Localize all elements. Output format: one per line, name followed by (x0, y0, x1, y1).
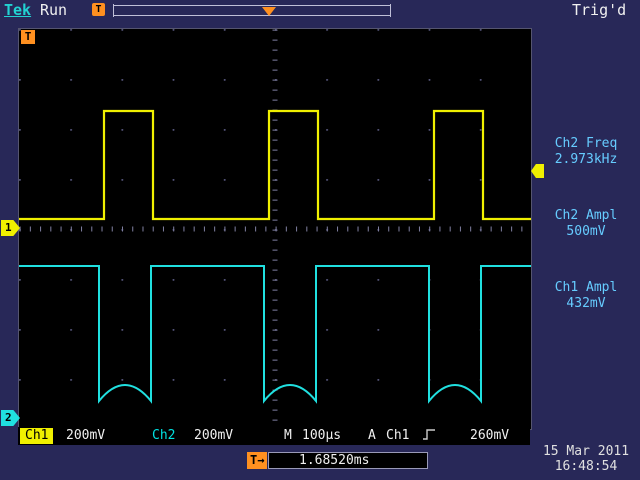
trigger-position-icon: T (92, 3, 105, 16)
measurement-ch1-ampl: Ch1 Ampl 432mV (534, 280, 638, 312)
graticule (18, 28, 532, 430)
trigger-corner-marker: T (21, 30, 35, 44)
measurement-label: Ch1 Ampl (534, 280, 638, 296)
trigger-mode-label: A (368, 428, 376, 444)
acquisition-status: Run (40, 1, 67, 19)
ch2-scale: 200mV (194, 428, 233, 444)
delay-time-icon: T→ (247, 452, 267, 469)
measurement-value: 432mV (534, 296, 638, 312)
ch2-badge: Ch2 (152, 428, 175, 444)
measurement-label: Ch2 Freq (534, 136, 638, 152)
ch1-scale: 200mV (66, 428, 105, 444)
timebase-value: 100µs (302, 428, 341, 444)
trigger-position-marker-icon (262, 7, 276, 16)
oscilloscope-screen: Tek Run T Trig'd T 1 2 Ch2 Freq 2.973kHz… (0, 0, 640, 480)
grid-dots (19, 29, 531, 429)
channel-readout-bar: Ch1 200mV Ch2 200mV M 100µs A Ch1 260mV (18, 427, 530, 445)
date-time: 15 Mar 2011 16:48:54 (534, 444, 638, 474)
waveform-display (19, 29, 531, 429)
trigger-level-value: 260mV (470, 428, 509, 444)
measurement-ch2-freq: Ch2 Freq 2.973kHz (534, 136, 638, 168)
trigger-status: Trig'd (572, 1, 626, 19)
rising-edge-icon (422, 428, 436, 446)
measurement-value: 2.973kHz (534, 152, 638, 168)
date: 15 Mar 2011 (534, 444, 638, 459)
measurement-label: Ch2 Ampl (534, 208, 638, 224)
delay-time-readout: 1.68520ms (268, 452, 428, 469)
record-view-bar (113, 5, 391, 16)
measurement-ch2-ampl: Ch2 Ampl 500mV (534, 208, 638, 240)
time: 16:48:54 (534, 459, 638, 474)
ch1-badge: Ch1 (20, 428, 53, 444)
measurement-value: 500mV (534, 224, 638, 240)
timebase-label: M (284, 428, 292, 444)
trigger-source: Ch1 (386, 428, 409, 444)
tek-logo: Tek (4, 1, 31, 19)
